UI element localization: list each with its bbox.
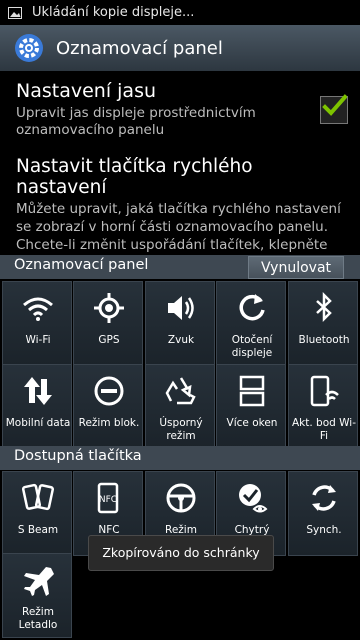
tile-label: Úsporný režim — [159, 417, 203, 442]
section-label: Oznamovací panel — [14, 257, 149, 273]
gear-icon[interactable] — [12, 31, 46, 65]
tile-bluetooth[interactable]: Bluetooth — [288, 281, 358, 366]
tile-multi-window[interactable]: Více oken — [216, 364, 286, 449]
nfc-icon: NFC — [97, 482, 119, 514]
brightness-setting-title: Nastavení jasu — [16, 80, 157, 102]
tile-label: S Beam — [17, 524, 59, 536]
status-bar: Ukládání kopie displeje... — [0, 0, 360, 25]
tile-mobile-data[interactable]: Mobilní data — [2, 364, 72, 449]
mobile-data-icon — [24, 377, 52, 405]
sync-icon — [312, 485, 336, 511]
tile-label: Zvuk — [167, 334, 195, 346]
quick-settings-title: Nastavit tlačítka rychlého nastavení — [16, 156, 253, 198]
section-label: Dostupná tlačítka — [14, 448, 142, 464]
block-icon — [94, 376, 124, 406]
image-icon — [8, 6, 22, 19]
toast-message: Zkopírováno do schránky — [88, 535, 274, 571]
gps-icon — [94, 293, 124, 323]
page-title: Oznamovací panel — [56, 37, 223, 59]
tile-rotation[interactable]: Otočení displeje — [216, 281, 286, 366]
tile-sync[interactable]: Synch. — [288, 471, 358, 556]
tile-label: Více oken — [226, 417, 278, 429]
tile-wifi[interactable]: Wi-Fi — [2, 281, 72, 366]
airplane-icon — [24, 567, 54, 596]
tile-airplane-mode[interactable]: Režim Letadlo — [2, 553, 72, 638]
rotate-icon — [239, 294, 265, 321]
action-bar: Oznamovací panel — [0, 25, 360, 71]
tile-label: GPS — [98, 334, 120, 346]
tile-label: Bluetooth — [298, 334, 350, 346]
tile-label: Režim Letadlo — [18, 606, 58, 631]
multi-window-icon — [239, 375, 265, 407]
check-icon — [322, 94, 347, 116]
tile-label: Režim blok. — [78, 417, 140, 429]
smart-stay-icon — [239, 484, 268, 513]
tile-power-saving[interactable]: Úsporný režim — [145, 364, 215, 449]
tile-block-mode[interactable]: Režim blok. — [73, 364, 143, 449]
tile-label: Mobilní data — [5, 417, 71, 429]
tile-hotspot[interactable]: Akt. bod Wi-Fi — [288, 364, 358, 449]
brightness-setting[interactable]: Nastavení jasu Upravit jas displeje pros… — [16, 80, 346, 139]
brightness-checkbox[interactable] — [320, 94, 348, 124]
s-beam-icon — [21, 483, 55, 511]
hotspot-icon — [310, 375, 339, 407]
steering-wheel-icon — [166, 483, 196, 513]
recycle-icon — [165, 377, 196, 405]
sound-icon — [168, 296, 194, 320]
wifi-icon — [23, 297, 53, 321]
brightness-setting-description: Upravit jas displeje prostřednictvím ozn… — [16, 105, 256, 138]
tile-s-beam[interactable]: S Beam — [2, 471, 72, 556]
tile-label: Otočení displeje — [231, 334, 273, 359]
tile-sound[interactable]: Zvuk — [145, 281, 215, 366]
bluetooth-icon — [316, 291, 332, 323]
reset-button[interactable]: Vynulovat — [248, 256, 344, 279]
status-notification-text: Ukládání kopie displeje... — [32, 5, 195, 20]
tile-label: Akt. bod Wi-Fi — [291, 417, 356, 442]
tile-label: Synch. — [306, 524, 342, 536]
tile-label: Wi-Fi — [25, 334, 51, 346]
tile-gps[interactable]: GPS — [73, 281, 143, 366]
svg-text:NFC: NFC — [99, 495, 117, 505]
section-header-available-buttons: Dostupná tlačítka — [0, 446, 360, 470]
